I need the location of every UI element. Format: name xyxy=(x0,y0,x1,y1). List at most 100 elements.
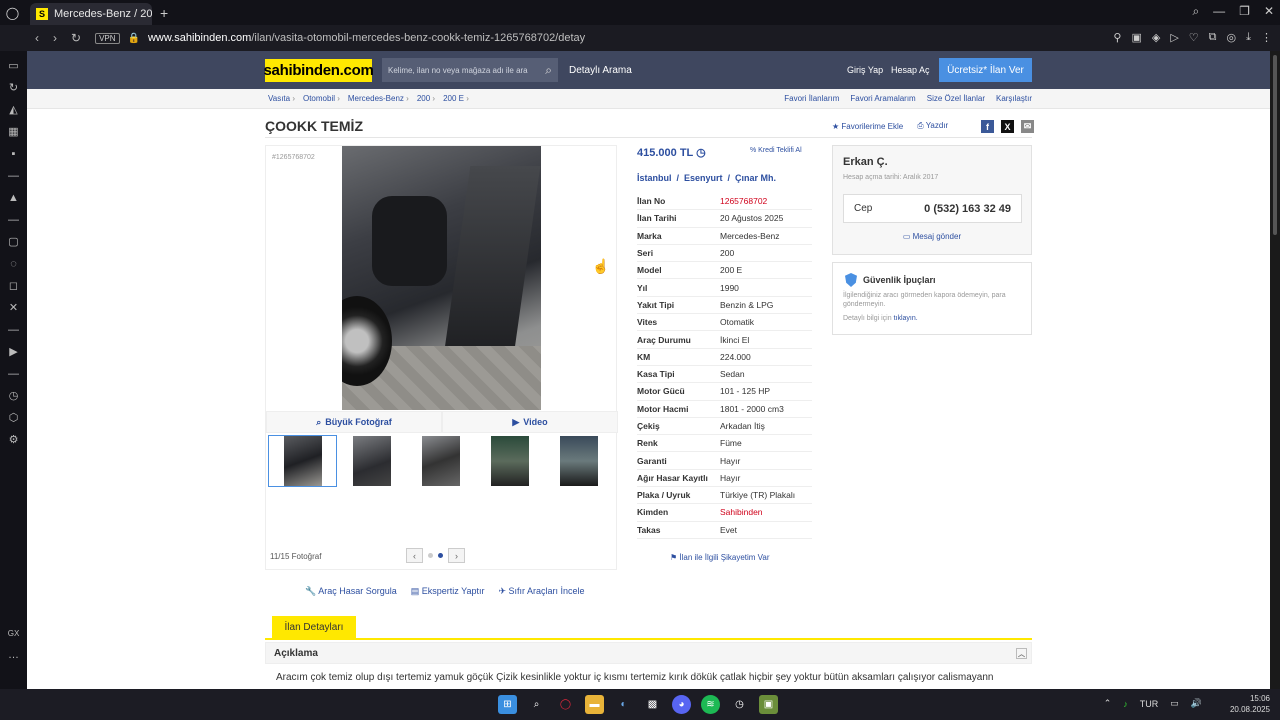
next-page-button[interactable]: › xyxy=(448,548,465,563)
thumbnail[interactable] xyxy=(544,435,613,487)
scrollbar-thumb[interactable] xyxy=(1273,55,1277,235)
play-icon[interactable]: ▷ xyxy=(1170,31,1178,44)
big-photo-button[interactable]: ⌕ Büyük Fotoğraf xyxy=(266,411,442,433)
taskbar-clock[interactable]: 15:06 20.08.2025 xyxy=(1230,693,1270,715)
thumbnail[interactable] xyxy=(337,435,406,487)
opera-gx-icon[interactable]: ◯ xyxy=(0,0,25,25)
twitch-icon[interactable]: ▢ xyxy=(8,236,18,249)
seller-name[interactable]: Erkan Ç. xyxy=(843,156,888,168)
video-button[interactable]: ▶ Video xyxy=(442,411,618,433)
favorite-listings-link[interactable]: Favori İlanlarım xyxy=(784,94,839,103)
prev-page-button[interactable]: ‹ xyxy=(406,548,423,563)
whatsapp-icon[interactable]: ◌ xyxy=(10,258,17,271)
add-favorite-link[interactable]: ★ Favorilerime Ekle xyxy=(832,122,903,131)
menu-icon[interactable]: ⋮ xyxy=(1261,31,1272,44)
language-indicator[interactable]: TUR xyxy=(1140,699,1159,709)
explorer-icon[interactable]: ▬ xyxy=(585,695,604,714)
close-icon[interactable]: ✕ xyxy=(1264,4,1274,19)
search-icon[interactable]: ⌕ xyxy=(545,63,552,78)
gx-control-icon[interactable]: ◭ xyxy=(9,104,17,117)
pin-icon[interactable]: ⚲ xyxy=(1113,31,1121,44)
detailed-search-link[interactable]: Detaylı Arama xyxy=(569,65,632,76)
breadcrumb-item[interactable]: Vasıta xyxy=(268,94,295,103)
favorite-searches-link[interactable]: Favori Aramalarım xyxy=(850,94,915,103)
breadcrumb-item[interactable]: 200 E xyxy=(443,94,469,103)
breadcrumb-item[interactable]: Otomobil xyxy=(303,94,340,103)
expertise-link[interactable]: ▤ Ekspertiz Yaptır xyxy=(411,586,485,597)
compare-link[interactable]: Karşılaştır xyxy=(996,94,1032,103)
minimize-icon[interactable]: — xyxy=(1213,4,1225,19)
phone-number[interactable]: 0 (532) 163 32 49 xyxy=(924,203,1011,215)
search-input[interactable]: Kelime, ilan no veya mağaza adı ile ara … xyxy=(382,58,558,82)
send-message-link[interactable]: ▭ Mesaj gönder xyxy=(833,232,1031,241)
profile-icon[interactable]: ◎ xyxy=(1227,31,1237,44)
facebook-icon[interactable]: f xyxy=(981,120,994,133)
reload-icon[interactable]: ↻ xyxy=(71,31,81,45)
shield-ext-icon[interactable]: ◈ xyxy=(1152,31,1160,44)
tray-chevron-icon[interactable]: ⌃ xyxy=(1104,698,1112,709)
url-field[interactable]: www.sahibinden.com/ilan/vasita-otomobil-… xyxy=(148,32,585,44)
tab-listing-details[interactable]: İlan Detayları xyxy=(272,616,356,639)
messenger-icon[interactable]: ▭ xyxy=(8,60,18,73)
free-ad-button[interactable]: Ücretsiz* İlan Ver xyxy=(939,58,1032,82)
damage-check-link[interactable]: 🔧 Araç Hasar Sorgula xyxy=(305,586,397,597)
site-logo[interactable]: sahibinden.com xyxy=(264,59,374,82)
instagram-icon[interactable]: ◻ xyxy=(9,280,18,293)
x-icon[interactable]: ✕ xyxy=(9,302,18,315)
extensions-icon[interactable]: ⧉ xyxy=(1209,31,1217,44)
register-link[interactable]: Hesap Aç xyxy=(891,65,930,75)
new-cars-link[interactable]: ✈ Sıfır Araçları İncele xyxy=(498,586,584,597)
breadcrumb-item[interactable]: Mercedes-Benz xyxy=(348,94,409,103)
download-icon[interactable]: ⤓ xyxy=(1246,31,1251,44)
forward-icon[interactable]: › xyxy=(53,31,57,45)
special-listings-link[interactable]: Size Özel İlanlar xyxy=(927,94,985,103)
thumbnail[interactable] xyxy=(406,435,475,487)
snapshot-icon[interactable]: ▣ xyxy=(1131,31,1141,44)
arena-icon[interactable]: ▲ xyxy=(8,192,19,205)
email-icon[interactable]: ✉ xyxy=(1021,120,1034,133)
main-photo[interactable] xyxy=(342,146,541,410)
browser-tab[interactable]: S Mercedes-Benz / 200 / 20 xyxy=(30,3,152,25)
x-share-icon[interactable]: X xyxy=(1001,120,1014,133)
player-icon[interactable]: ▶ xyxy=(9,346,17,359)
back-icon[interactable]: ‹ xyxy=(35,31,39,45)
login-link[interactable]: Giriş Yap xyxy=(847,65,883,75)
page-dot-active[interactable] xyxy=(438,553,443,558)
cube-icon[interactable]: ⬡ xyxy=(9,412,19,425)
history-icon[interactable]: ↻ xyxy=(9,82,18,95)
maximize-icon[interactable]: ❐ xyxy=(1239,4,1250,19)
page-dot[interactable] xyxy=(428,553,433,558)
print-link[interactable]: ⎙ Yazdır xyxy=(917,121,948,131)
breadcrumb-item[interactable]: 200 xyxy=(417,94,435,103)
more-icon[interactable]: … xyxy=(8,649,19,662)
safety-link[interactable]: tıklayın. xyxy=(894,315,918,322)
new-tab-icon[interactable]: + xyxy=(160,5,168,21)
mail-icon[interactable]: ▪ xyxy=(12,148,16,161)
microphone-icon[interactable]: ♪ xyxy=(1123,699,1128,709)
thumbnail[interactable] xyxy=(268,435,337,487)
collapse-icon[interactable]: ︿ xyxy=(1016,648,1027,659)
steam-icon[interactable]: ◐ xyxy=(614,695,633,714)
start-icon[interactable]: ⊞ xyxy=(498,695,517,714)
volume-icon[interactable]: 🔊 xyxy=(1191,698,1202,709)
spotify-icon[interactable]: ≋ xyxy=(701,695,720,714)
clock-icon[interactable]: ◷ xyxy=(9,390,19,403)
clock-app-icon[interactable]: ◷ xyxy=(730,695,749,714)
page-scrollbar[interactable] xyxy=(1270,51,1280,689)
vpn-badge[interactable]: VPN xyxy=(95,32,120,44)
opera-gx-taskbar-icon[interactable]: ◯ xyxy=(556,695,575,714)
lock-icon[interactable]: 🔒 xyxy=(128,33,140,44)
epic-games-icon[interactable]: ▩ xyxy=(643,695,662,714)
discord-icon[interactable]: ◕ xyxy=(672,695,691,714)
loan-offer-link[interactable]: % Kredi Teklifi Al xyxy=(750,147,802,154)
search-tabs-icon[interactable]: ⌕ xyxy=(1192,4,1199,19)
thumbnail[interactable] xyxy=(475,435,544,487)
history-icon[interactable]: ◷ xyxy=(696,147,706,159)
settings-icon[interactable]: ⚙ xyxy=(9,434,19,447)
news-icon[interactable]: ▦ xyxy=(8,126,18,139)
complaint-link[interactable]: ⚑ İlan ile İlgili Şikayetim Var xyxy=(670,553,770,562)
location-link[interactable]: İstanbul / Esenyurt / Çınar Mh. xyxy=(637,173,776,183)
minecraft-icon[interactable]: ▣ xyxy=(759,695,778,714)
display-icon[interactable]: ▭ xyxy=(1170,698,1179,709)
search-taskbar-icon[interactable]: ⌕ xyxy=(527,695,546,714)
